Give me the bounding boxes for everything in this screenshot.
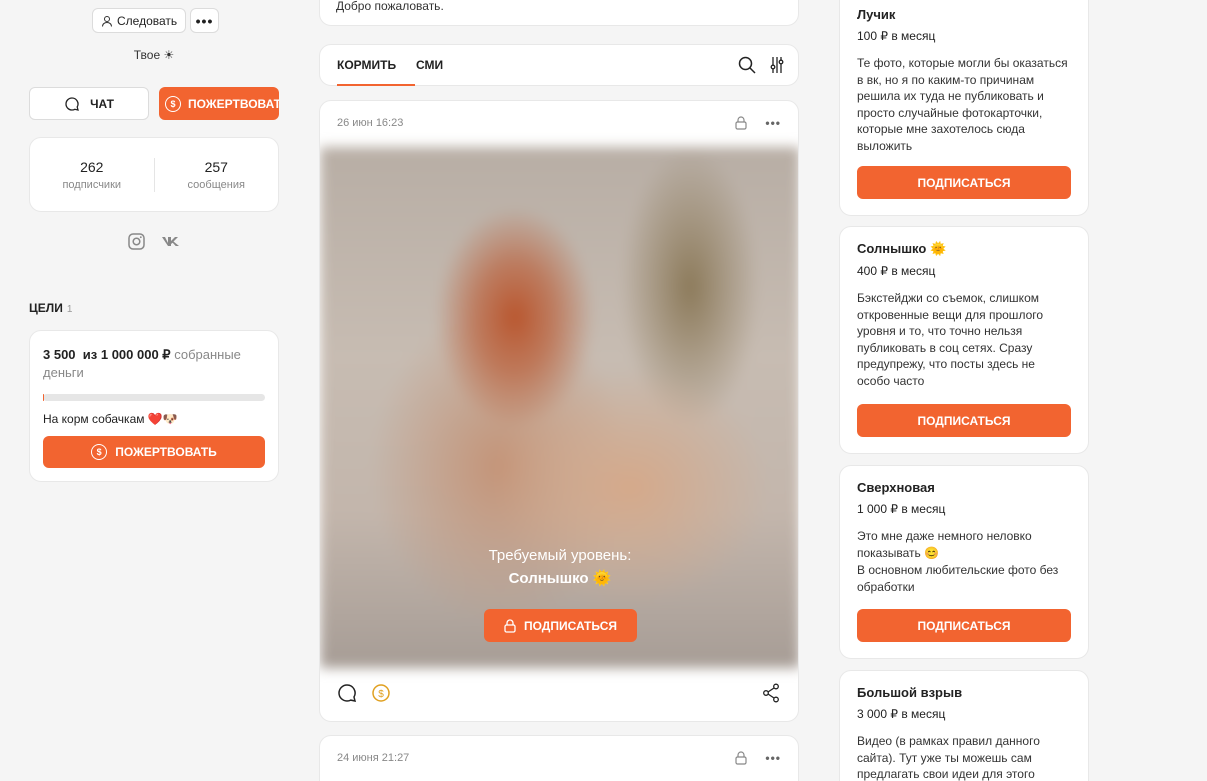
goal-progress-fill: [43, 394, 44, 401]
goal-donate-label: ПОЖЕРТВОВАТЬ: [115, 445, 217, 459]
more-options-button[interactable]: •••: [190, 8, 219, 33]
lock-icon: [735, 751, 747, 765]
profile-tagline: Твое ☀: [133, 48, 175, 62]
donate-coin-icon[interactable]: $: [371, 683, 391, 703]
profile-stats: 262 подписчики 257 сообщения: [29, 137, 279, 212]
chat-bubble-icon: [65, 96, 79, 111]
coin-icon: $: [91, 444, 108, 460]
goal-donate-button[interactable]: $ ПОЖЕРТВОВАТЬ: [43, 436, 265, 468]
post-date: 26 июн 16:23: [337, 117, 404, 129]
stat-label: сообщения: [187, 178, 245, 191]
stat-label: подписчики: [62, 178, 122, 191]
stat-posts[interactable]: 257 сообщения: [155, 159, 279, 191]
donate-button[interactable]: $ ПОЖЕРТВОВАТЬ: [159, 87, 279, 120]
tier-name: Большой взрыв: [857, 685, 963, 700]
chat-button[interactable]: ЧАТ: [29, 87, 149, 120]
post-header-icons: •••: [735, 751, 781, 765]
share-icon[interactable]: [762, 683, 780, 703]
stat-subscribers[interactable]: 262 подписчики: [30, 159, 154, 191]
comment-icon[interactable]: [337, 683, 357, 703]
tier-card: Лучик 100 ₽ в месяц Те фото, которые мог…: [839, 0, 1089, 216]
post-card: 26 июн 16:23 ••• Требуемый уровень: Солн…: [319, 100, 799, 722]
feed-tabs: КОРМИТЬ СМИ: [319, 44, 799, 86]
goals-count: 1: [66, 304, 73, 315]
chat-label: ЧАТ: [90, 96, 114, 111]
tab-feed[interactable]: КОРМИТЬ: [337, 58, 396, 72]
tier-description: Видео (в рамках правил данного сайта). Т…: [857, 734, 1040, 781]
instagram-icon[interactable]: [128, 233, 145, 250]
tier-description: Бэкстейджи со съемок, слишком откровенны…: [857, 291, 1044, 388]
post-date: 24 июня 21:27: [337, 752, 410, 764]
tier-price: 400 ₽ в месяц: [857, 264, 936, 278]
post-header-icons: •••: [735, 116, 781, 130]
locked-post-image: [320, 147, 798, 668]
required-level-label: Требуемый уровень:: [488, 547, 632, 564]
donate-label: ПОЖЕРТВОВАТЬ: [188, 96, 279, 111]
coin-icon: $: [165, 95, 181, 112]
tier-name: Солнышко 🌞: [857, 241, 947, 256]
tier-card: Большой взрыв 3 000 ₽ в месяц Видео (в р…: [839, 670, 1089, 781]
lock-icon: [504, 618, 516, 633]
user-icon: [102, 15, 112, 27]
active-tab-indicator: [337, 84, 415, 86]
follow-label: Следовать: [117, 13, 178, 28]
tier-card: Сверхновая 1 000 ₽ в месяц Это мне даже …: [839, 465, 1089, 659]
post-subscribe-button[interactable]: ПОДПИСАТЬСЯ: [484, 609, 637, 642]
filter-icon[interactable]: [770, 56, 784, 74]
feed-tools: [738, 56, 784, 74]
required-level-tier: Солнышко 🌞: [508, 570, 612, 587]
locked-overlay: Требуемый уровень: Солнышко 🌞: [320, 547, 798, 587]
tier-price: 1 000 ₽ в месяц: [857, 502, 946, 516]
post-subscribe-label: ПОДПИСАТЬСЯ: [524, 618, 617, 633]
goal-amount: 3 500 из 1 000 000 ₽ собранные деньги: [43, 346, 265, 382]
goal-progress-bar: [43, 394, 265, 401]
svg-text:$: $: [378, 689, 384, 700]
tier-card: Солнышко 🌞 400 ₽ в месяц Бэкстейджи со с…: [839, 226, 1089, 454]
goals-heading: ЦЕЛИ 1: [29, 301, 72, 315]
post-card: 24 июня 21:27 •••: [319, 735, 799, 781]
goal-total: из 1 000 000 ₽: [82, 347, 171, 362]
tier-description-extra: В основном любительские фото без обработ…: [857, 563, 1059, 594]
post-share: [762, 683, 780, 708]
welcome-text: Добро пожаловать.: [336, 0, 444, 13]
social-links: [128, 233, 179, 250]
tier-subscribe-button[interactable]: ПОДПИСАТЬСЯ: [857, 609, 1071, 642]
post-more-icon[interactable]: •••: [765, 116, 781, 130]
goals-title: ЦЕЛИ: [29, 301, 63, 315]
tier-name: Лучик: [857, 7, 896, 22]
search-icon[interactable]: [738, 56, 756, 74]
tier-description: Это мне даже немного неловко показывать …: [857, 529, 1032, 560]
goal-card: 3 500 из 1 000 000 ₽ собранные деньги На…: [29, 330, 279, 482]
lock-icon: [735, 116, 747, 130]
tier-subscribe-button[interactable]: ПОДПИСАТЬСЯ: [857, 166, 1071, 199]
goal-collected: 3 500: [43, 347, 76, 362]
tier-name: Сверхновая: [857, 480, 935, 495]
follow-button[interactable]: Следовать: [92, 8, 187, 33]
stat-value: 262: [80, 158, 104, 175]
tier-price: 3 000 ₽ в месяц: [857, 707, 946, 721]
post-more-icon[interactable]: •••: [765, 751, 781, 765]
welcome-card: Добро пожаловать.: [319, 0, 799, 26]
vk-icon[interactable]: [161, 233, 179, 250]
tier-description: Те фото, которые могли бы оказаться в вк…: [857, 56, 1068, 153]
tier-subscribe-button[interactable]: ПОДПИСАТЬСЯ: [857, 404, 1071, 437]
tab-media[interactable]: СМИ: [416, 58, 443, 72]
stat-value: 257: [204, 158, 228, 175]
goal-name: На корм собачкам ❤️🐶: [43, 412, 178, 426]
tier-price: 100 ₽ в месяц: [857, 29, 936, 43]
post-actions: $: [337, 683, 391, 703]
